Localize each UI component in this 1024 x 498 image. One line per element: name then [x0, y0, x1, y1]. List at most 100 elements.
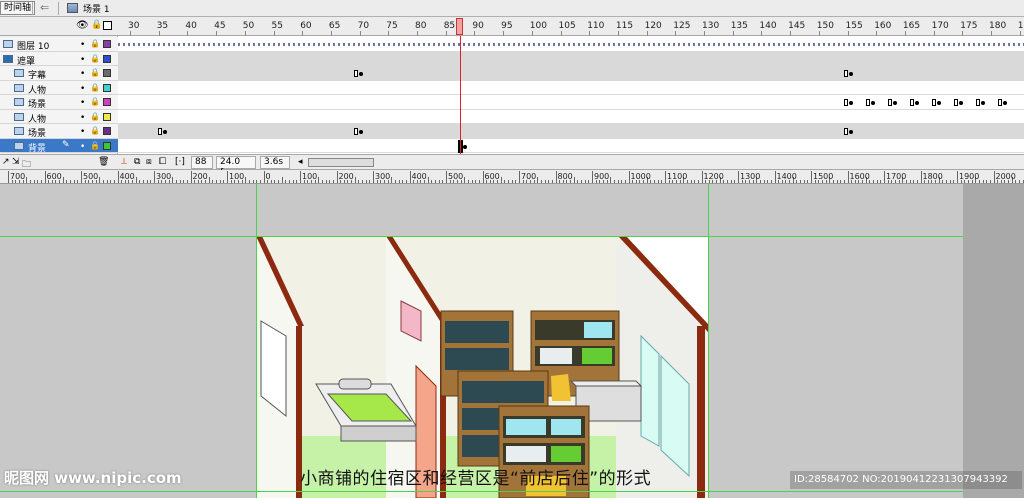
- stage-ruler-minor-tick: [329, 180, 331, 183]
- frame-ruler[interactable]: 30 35 40 45 50 55 60 65 70 75 80 85 90 95 100 105 110 115…: [118, 17, 1024, 36]
- frame-row[interactable]: [118, 139, 1024, 153]
- timeline-scrollbar[interactable]: [308, 158, 374, 167]
- keyframe[interactable]: [954, 99, 958, 106]
- layer-row[interactable]: 遮罩 • 🔒: [0, 51, 118, 67]
- outline-icon[interactable]: [103, 21, 112, 30]
- timeline-toggle-button[interactable]: 时间轴: [0, 1, 36, 15]
- guide-line-vertical[interactable]: [708, 184, 709, 498]
- stage-ruler-minor-tick: [29, 180, 31, 183]
- lock-icon[interactable]: 🔒: [90, 54, 100, 63]
- frame-row[interactable]: [118, 37, 1024, 52]
- eye-icon[interactable]: 👁: [76, 20, 89, 31]
- layer-color-swatch[interactable]: [103, 112, 111, 121]
- visibility-toggle[interactable]: •: [80, 127, 85, 137]
- lock-icon[interactable]: 🔒: [90, 126, 100, 135]
- keyframe[interactable]: [866, 99, 870, 106]
- ruler-label: 120: [644, 21, 662, 31]
- keyframe[interactable]: [354, 70, 358, 77]
- visibility-toggle[interactable]: •: [80, 84, 85, 94]
- center-frame-icon[interactable]: ⟂: [121, 157, 127, 167]
- ruler-label: 95: [501, 21, 513, 31]
- keyframe[interactable]: [844, 99, 848, 106]
- stage-ruler-minor-tick: [113, 180, 115, 183]
- ruler-label: 65: [328, 21, 341, 31]
- stage-ruler-label: 100: [302, 172, 318, 181]
- layer-color-swatch[interactable]: [103, 98, 111, 106]
- keyframe-dot: [849, 101, 853, 105]
- lock-icon[interactable]: 🔒: [90, 97, 100, 106]
- stage-ruler-minor-tick: [573, 177, 575, 183]
- layer-row[interactable]: 人物 • 🔒: [0, 109, 118, 125]
- keyframe[interactable]: [844, 70, 848, 77]
- keyframe[interactable]: [354, 128, 358, 135]
- layer-color-swatch[interactable]: [103, 83, 111, 92]
- frame-row[interactable]: [118, 110, 1024, 124]
- stage-ruler-tick: [628, 171, 630, 183]
- keyframe[interactable]: [976, 99, 980, 106]
- keyframe[interactable]: [910, 99, 914, 106]
- add-layer-icon[interactable]: ↗: [2, 157, 10, 167]
- frame-row[interactable]: [118, 95, 1024, 110]
- lock-icon[interactable]: 🔒: [90, 39, 100, 48]
- visibility-toggle[interactable]: •: [80, 98, 85, 108]
- frame-row[interactable]: [118, 81, 1024, 95]
- keyframe[interactable]: [888, 99, 892, 106]
- keyframe[interactable]: [998, 99, 1002, 106]
- lock-icon[interactable]: 🔒: [90, 141, 100, 150]
- edit-multiple-icon[interactable]: ⧠: [159, 157, 166, 167]
- guide-line-vertical[interactable]: [256, 184, 257, 498]
- layer-color-swatch[interactable]: [103, 54, 111, 63]
- layer-row[interactable]: 图层 10 • 🔒: [0, 37, 118, 52]
- frame-row[interactable]: [118, 51, 1024, 66]
- layer-row[interactable]: 背景 ✎ • 🔒: [0, 138, 118, 154]
- layer-icon: [14, 141, 24, 150]
- visibility-toggle[interactable]: •: [80, 69, 85, 79]
- add-guide-icon[interactable]: ⇲: [12, 157, 20, 167]
- layer-row[interactable]: 场景 • 🔒: [0, 95, 118, 110]
- modify-markers-icon[interactable]: [·]: [175, 157, 185, 167]
- visibility-toggle[interactable]: •: [80, 142, 85, 152]
- guide-line-horizontal[interactable]: [0, 491, 963, 492]
- frame-rate-field[interactable]: 24.0 fps: [216, 156, 256, 178]
- lock-icon[interactable]: 🔒: [91, 20, 102, 30]
- layer-name: 人物: [28, 85, 47, 96]
- stage-ruler-tick: [701, 171, 703, 183]
- keyframe[interactable]: [158, 128, 162, 135]
- frames-panel[interactable]: [118, 36, 1024, 154]
- elapsed-time-field[interactable]: 3.6s: [260, 156, 290, 169]
- visibility-toggle[interactable]: •: [80, 113, 85, 123]
- frame-row[interactable]: [118, 124, 1024, 139]
- keyframe[interactable]: [844, 128, 848, 135]
- keyframe[interactable]: [932, 99, 936, 106]
- layer-color-swatch[interactable]: [103, 141, 111, 150]
- frame-row[interactable]: [118, 66, 1024, 81]
- scene-label[interactable]: 场景 1: [83, 2, 110, 15]
- stage-ruler-minor-tick: [292, 180, 294, 183]
- layer-row[interactable]: 字幕 • 🔒: [0, 66, 118, 81]
- playhead[interactable]: [456, 18, 463, 35]
- onion-skin-icon[interactable]: ⧉: [134, 157, 140, 167]
- scroll-left-icon[interactable]: ◂: [298, 157, 303, 167]
- visibility-toggle[interactable]: •: [80, 40, 85, 50]
- stage-canvas[interactable]: [256, 236, 708, 498]
- lock-icon[interactable]: 🔒: [90, 112, 100, 121]
- timeline-footer: ↗ ⇲ 🗀 🗑 ⟂ ⧉ ⧈ ⧠ [·] 88 24.0 fps 3.6s ◂: [0, 154, 1024, 178]
- lock-icon[interactable]: 🔒: [90, 83, 100, 92]
- onion-outline-icon[interactable]: ⧈: [146, 157, 152, 167]
- layer-color-swatch[interactable]: [103, 69, 111, 77]
- stage-ruler-minor-tick: [982, 180, 984, 183]
- guide-line-horizontal[interactable]: [0, 236, 963, 237]
- visibility-toggle[interactable]: •: [80, 55, 85, 65]
- stage-ruler-minor-tick: [99, 177, 101, 183]
- delete-layer-icon[interactable]: 🗑: [98, 157, 109, 167]
- stage-ruler-minor-tick: [500, 177, 502, 183]
- current-frame-field[interactable]: 88: [191, 156, 213, 169]
- stage-ruler-tick: [920, 171, 922, 183]
- layer-color-swatch[interactable]: [103, 40, 111, 48]
- layer-color-swatch[interactable]: [103, 127, 111, 135]
- ruler-label: 30: [128, 21, 140, 31]
- back-arrow-icon[interactable]: ⇐: [40, 1, 49, 14]
- layer-row[interactable]: 场景 • 🔒: [0, 124, 118, 139]
- lock-icon[interactable]: 🔒: [90, 68, 100, 77]
- layer-row[interactable]: 人物 • 🔒: [0, 80, 118, 96]
